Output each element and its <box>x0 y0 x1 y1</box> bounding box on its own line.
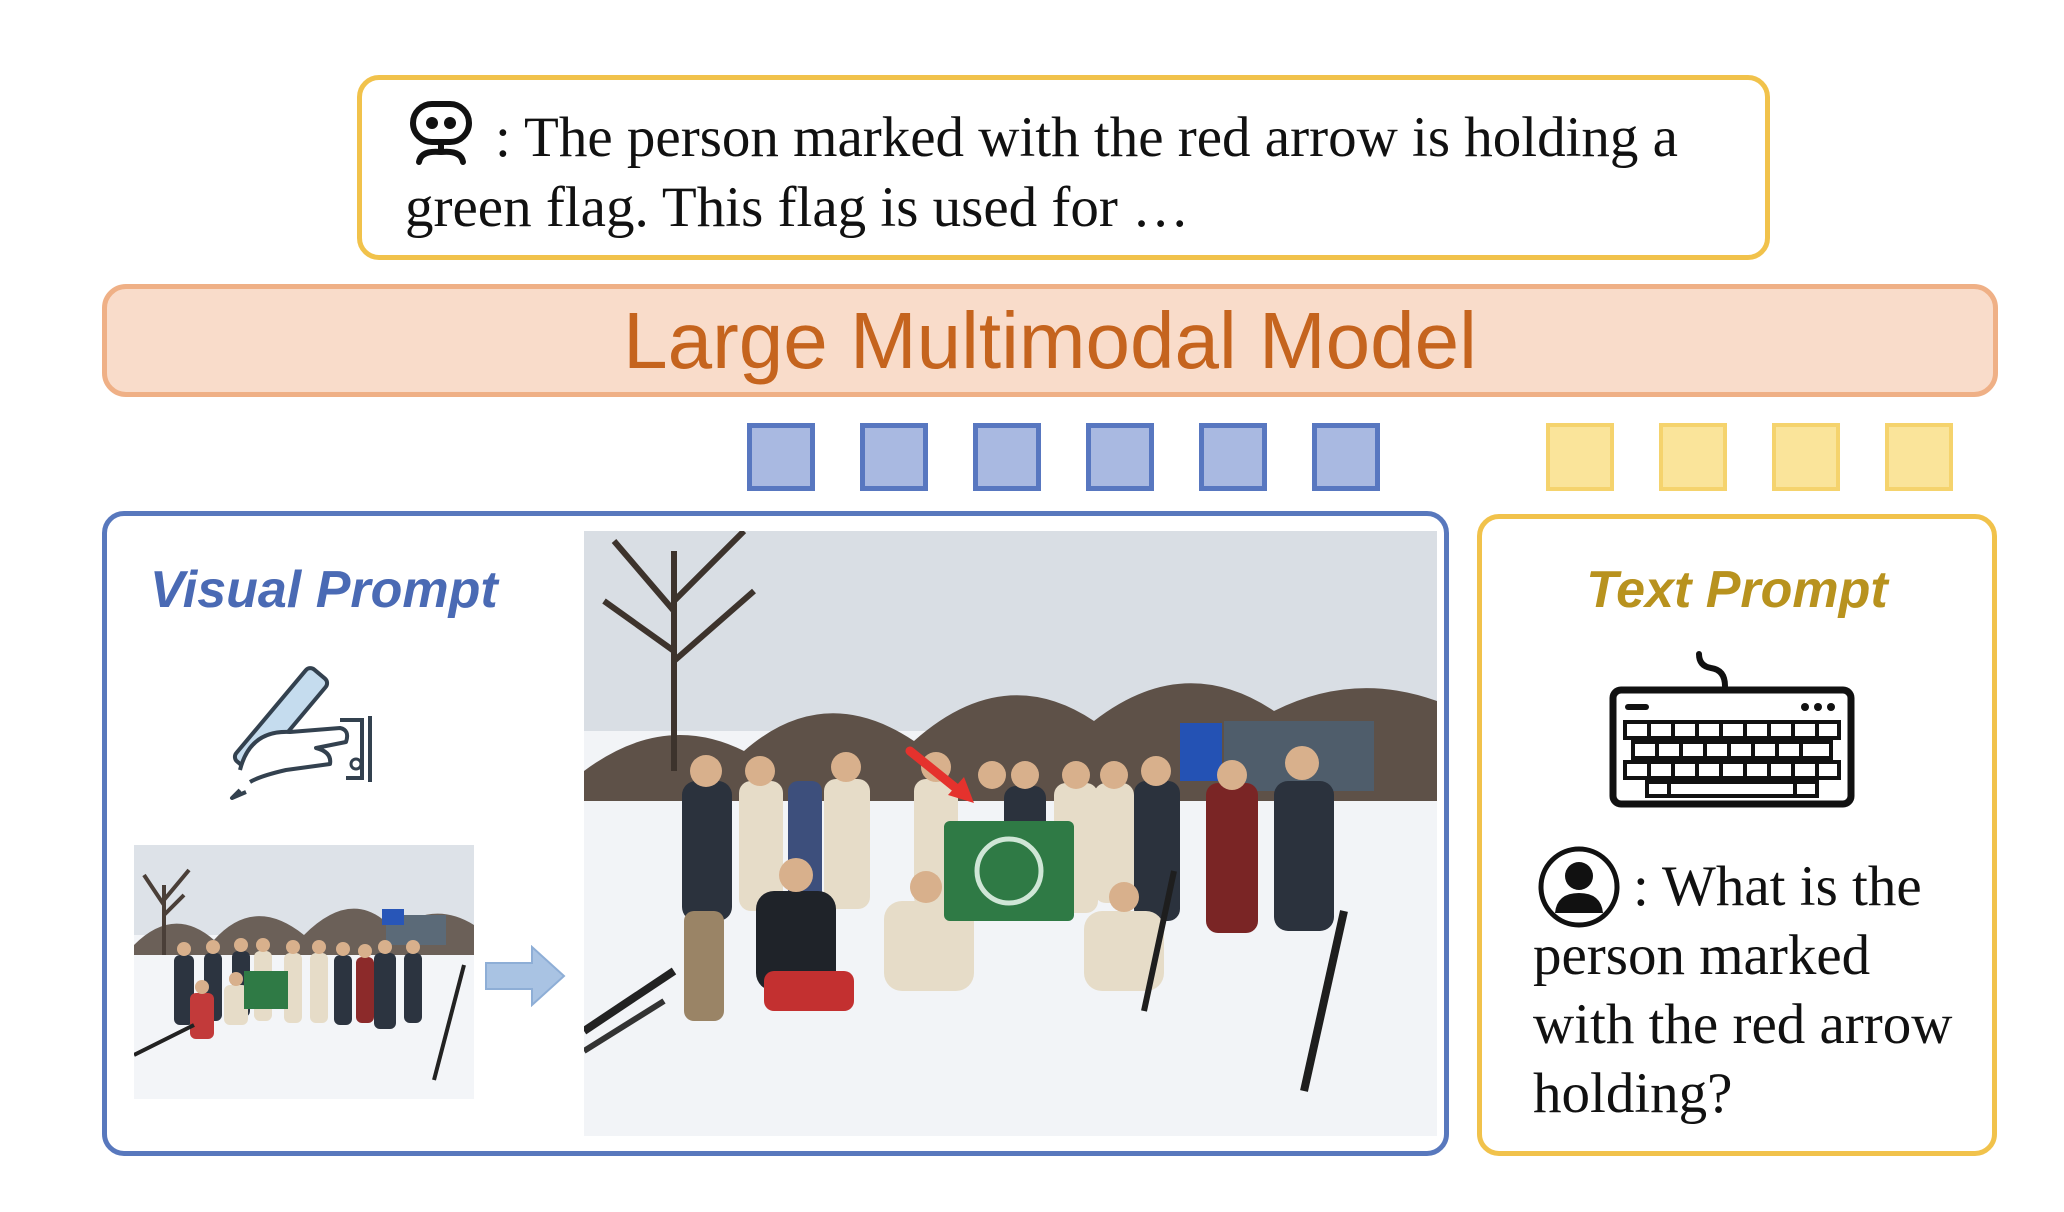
model-label: Large Multimodal Model <box>623 295 1477 385</box>
keyboard-icon <box>1609 651 1855 808</box>
visual-token <box>747 423 815 491</box>
visual-token <box>860 423 928 491</box>
text-prompt-title: Text Prompt <box>1586 561 1888 619</box>
visual-token <box>973 423 1041 491</box>
visual-token <box>1312 423 1380 491</box>
visual-token <box>1086 423 1154 491</box>
text-token <box>1546 423 1614 491</box>
user-question: : What is the person marked with the red… <box>1533 852 1983 1128</box>
text-token <box>1659 423 1727 491</box>
ski-photo-thumbnail-graphic <box>134 845 474 1099</box>
visual-token <box>1199 423 1267 491</box>
model-output: : The person marked with the red arrow i… <box>405 100 1755 243</box>
robot-icon <box>410 101 472 165</box>
ski-photo-graphic <box>584 531 1437 1136</box>
right-arrow-icon <box>485 945 566 1007</box>
visual-prompt-title: Visual Prompt <box>150 561 498 619</box>
hand-pen-icon <box>230 666 372 800</box>
text-token <box>1772 423 1840 491</box>
text-token <box>1885 423 1953 491</box>
output-text: : The person marked with the red arrow i… <box>405 106 1678 239</box>
question-text: : What is the person marked with the red… <box>1533 855 1953 1125</box>
ski-group-photo-thumbnail <box>134 845 474 1099</box>
ski-group-photo-with-red-arrow <box>584 531 1437 1136</box>
